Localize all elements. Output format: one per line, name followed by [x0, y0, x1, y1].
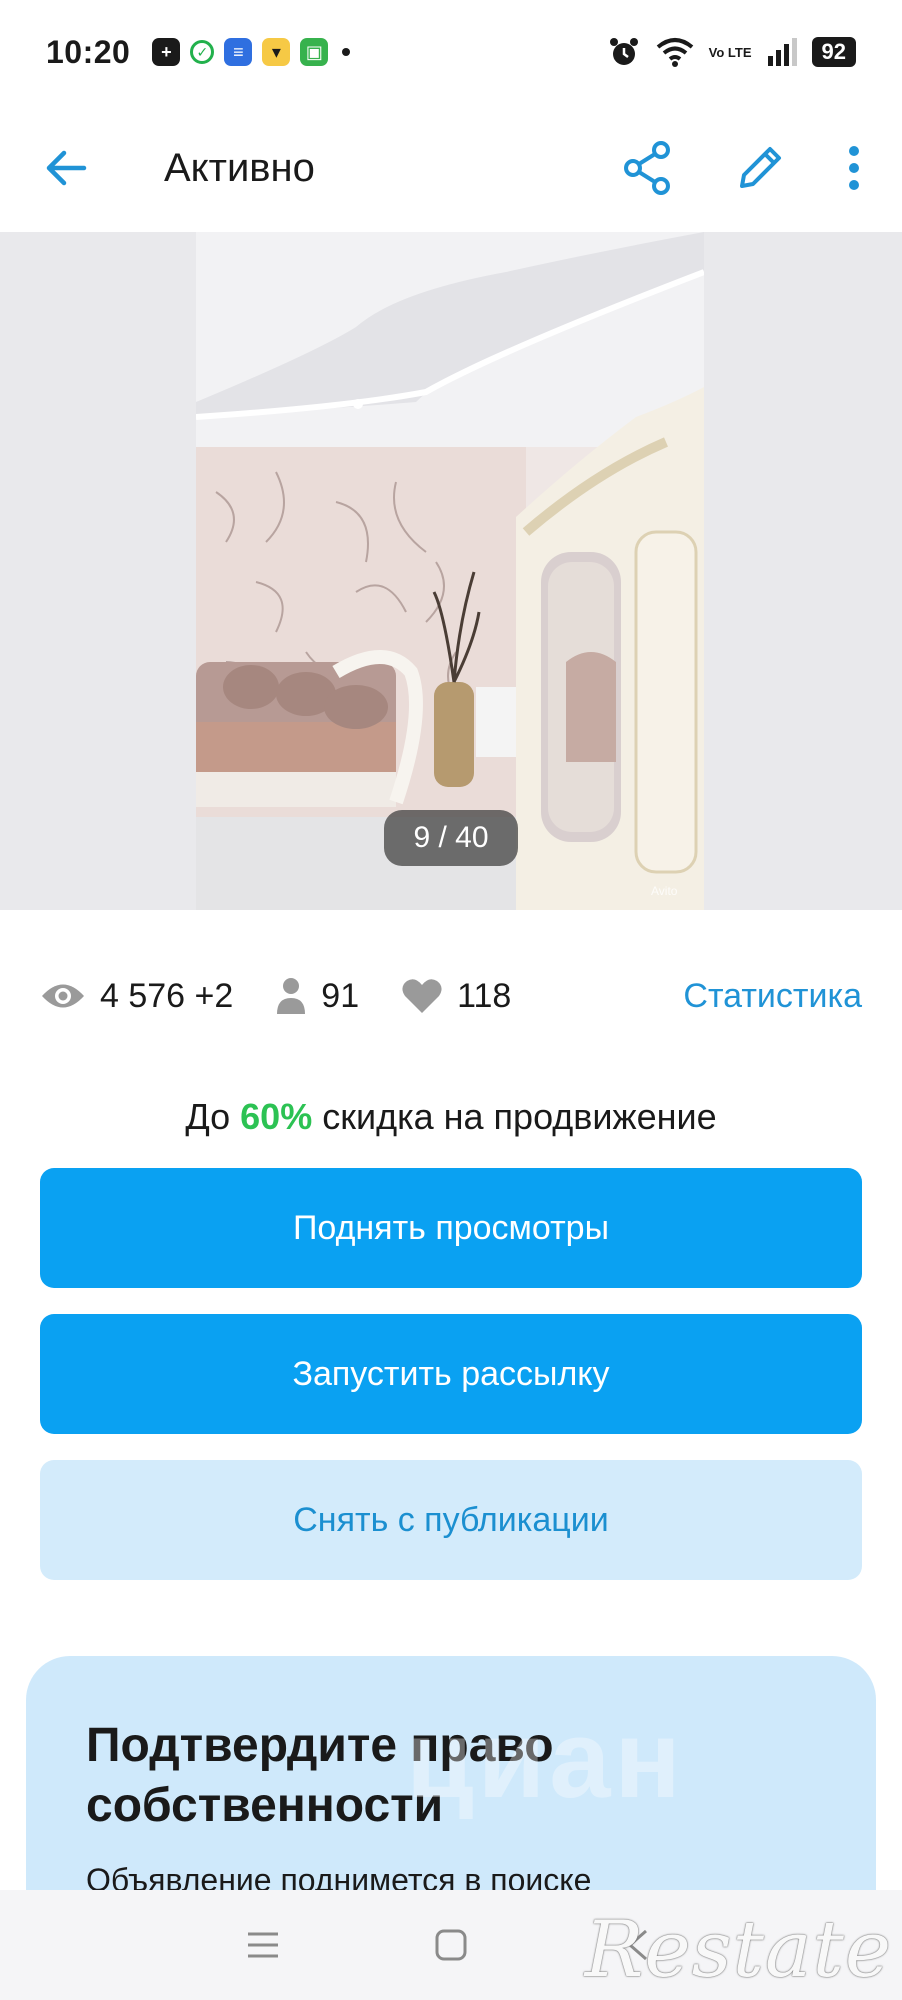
wifi-icon: [656, 38, 693, 67]
photo-counter: 9 / 40: [384, 810, 518, 866]
home-button[interactable]: [427, 1921, 475, 1969]
promo-discount-text: До 60% скидка на продвижение: [0, 1096, 902, 1138]
stats-row: 4 576 +2 91 118 Статистика: [0, 960, 902, 1032]
statistics-link[interactable]: Статистика: [683, 977, 862, 1016]
system-indicators: Vo LTE 92: [607, 35, 856, 69]
kebab-menu-icon: [849, 146, 859, 190]
start-mailing-button[interactable]: Запустить рассылку: [40, 1314, 862, 1434]
photo-watermark: Avito: [651, 884, 678, 898]
status-time: 10:20: [46, 33, 131, 70]
promo-prefix: До: [185, 1096, 241, 1137]
contacts-stat: 91: [275, 976, 359, 1016]
favorites-stat: 118: [401, 977, 511, 1016]
shop-app-icon: ▣: [300, 38, 329, 66]
status-bar: 10:20 + ✓ ≡ ▾ ▣ Vo LTE 92: [0, 0, 902, 104]
battery-indicator: 92: [811, 37, 856, 67]
photo-gallery[interactable]: Avito 9 / 40: [0, 232, 902, 910]
restate-logo-watermark: Restate: [584, 1905, 892, 1995]
cian-watermark: циан: [406, 1698, 685, 1821]
edit-button[interactable]: [732, 140, 788, 196]
contacts-count: 91: [321, 976, 360, 1015]
views-stat: 4 576 +2: [40, 977, 233, 1016]
top-app-bar: Активно: [0, 104, 902, 232]
notes-app-icon: ≡: [224, 38, 253, 66]
person-icon: [277, 978, 306, 1014]
pencil-icon: [740, 147, 781, 188]
views-count: 4 576 +2: [100, 976, 234, 1015]
promo-discount-value: 60%: [240, 1096, 313, 1137]
home-square-icon: [435, 1929, 467, 1961]
unpublish-button[interactable]: Снять с публикации: [40, 1460, 862, 1580]
favorites-count: 118: [457, 976, 512, 1015]
heart-icon: [402, 979, 442, 1013]
listing-photo[interactable]: Avito: [196, 232, 704, 910]
market-app-icon: ▾: [262, 38, 291, 66]
arrow-left-icon: [46, 150, 87, 186]
plus-app-icon: +: [152, 38, 181, 66]
more-menu-button[interactable]: [844, 140, 864, 196]
share-button[interactable]: [620, 140, 676, 196]
eye-icon: [42, 984, 84, 1008]
volte-indicator: Vo LTE: [708, 44, 752, 60]
signal-icon: [767, 38, 797, 66]
recent-apps-button[interactable]: [239, 1921, 287, 1969]
notification-icons: + ✓ ≡ ▾ ▣: [152, 38, 351, 66]
back-button[interactable]: [38, 140, 94, 196]
promo-suffix: скидка на продвижение: [312, 1096, 717, 1137]
check-app-icon: ✓: [190, 40, 215, 64]
page-title: Активно: [164, 145, 315, 190]
top-actions: [620, 140, 864, 196]
room-photo-image: [196, 232, 704, 910]
menu-lines-icon: [248, 1932, 278, 1958]
raise-views-button[interactable]: Поднять просмотры: [40, 1168, 862, 1288]
share-icon: [624, 141, 670, 195]
more-notifications-dot: [342, 48, 351, 56]
alarm-icon: [609, 38, 638, 65]
